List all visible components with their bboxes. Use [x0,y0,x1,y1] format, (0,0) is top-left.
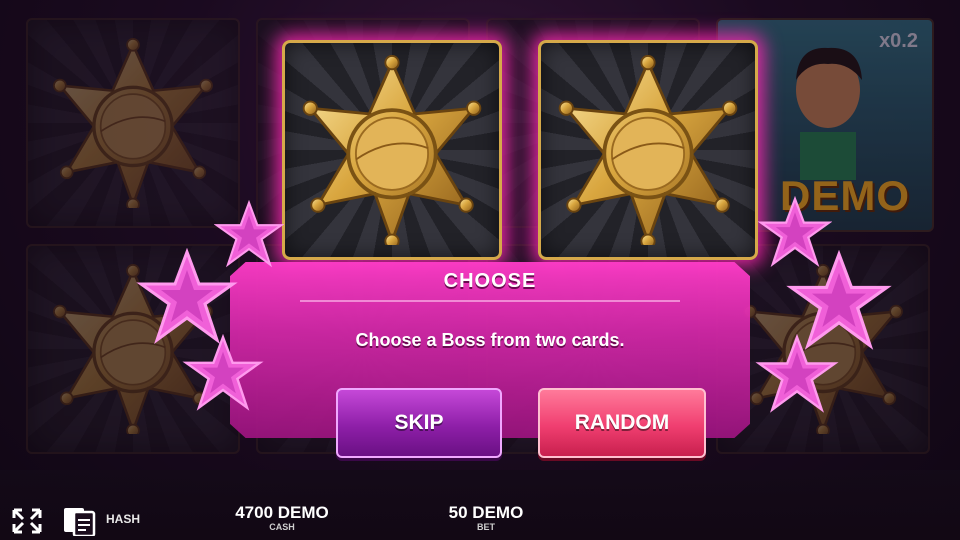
copy-hash-icon[interactable] [62,506,96,536]
star-icon [180,334,266,414]
bet-value[interactable]: 50 DEMO [418,503,554,523]
cash-value: 4700 DEMO [235,503,329,522]
star-icon [132,248,242,348]
dialog-message: Choose a Boss from two cards. [355,330,625,350]
skip-button[interactable]: SKIP [336,388,502,458]
star-icon [752,334,842,416]
boss-card-right[interactable] [538,40,758,260]
fullscreen-icon[interactable] [12,508,42,534]
cash-label: CASH [269,522,295,532]
sheriff-badge-icon [297,55,487,245]
dialog-divider [300,300,680,302]
dialog-title: CHOOSE [443,270,537,292]
hash-label[interactable]: HASH [106,512,140,526]
sheriff-badge-icon [553,55,743,245]
bet-label: BET [477,522,495,532]
random-button[interactable]: RANDOM [538,388,706,458]
boss-card-left[interactable] [282,40,502,260]
